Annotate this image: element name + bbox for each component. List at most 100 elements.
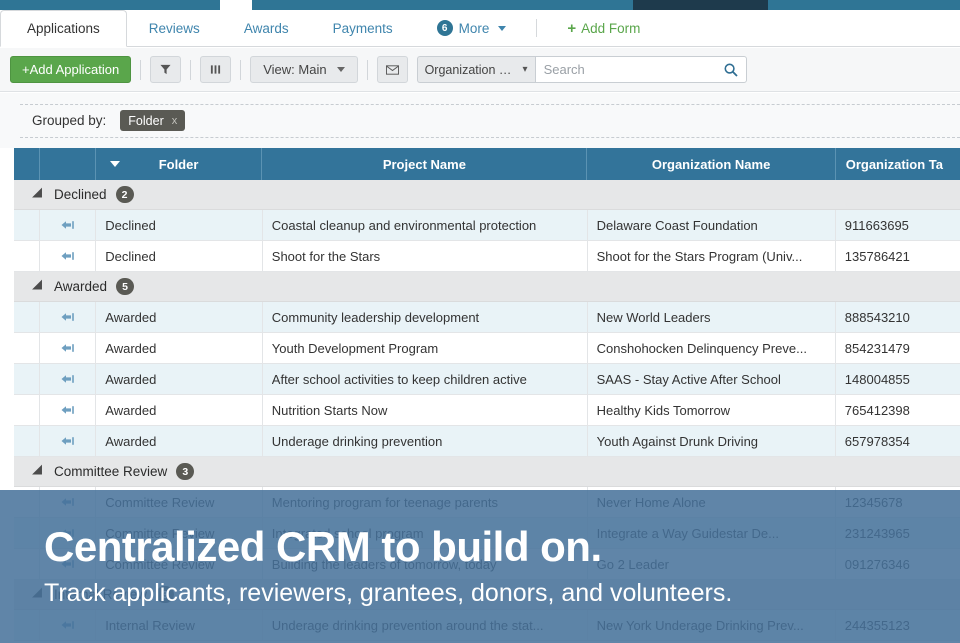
column-header-organization-tax[interactable]: Organization Ta <box>836 148 960 180</box>
filter-button[interactable] <box>150 56 182 83</box>
reply-arrow-icon[interactable] <box>61 220 75 232</box>
view-selector-label: View: Main <box>263 62 327 77</box>
add-application-button[interactable]: +Add Application <box>10 56 132 83</box>
row-action-cell[interactable] <box>40 241 97 272</box>
column-header-organization-name[interactable]: Organization Name <box>587 148 836 180</box>
cell-organization-name-text: Shoot for the Stars Program (Univ... <box>596 249 803 264</box>
row-action-cell[interactable] <box>40 333 97 364</box>
group-header-row[interactable]: Committee Review 3 <box>14 457 960 487</box>
overlay-title: Centralized CRM to build on. <box>44 523 602 571</box>
cell-folder-text: Declined <box>105 249 156 264</box>
row-action-cell[interactable] <box>40 302 97 333</box>
tab-applications-label: Applications <box>27 21 100 36</box>
row-action-cell[interactable] <box>40 395 97 426</box>
search-scope-label: Organization N... <box>424 62 518 77</box>
group-chip-folder[interactable]: Folder x <box>120 110 186 131</box>
group-header-row[interactable]: Declined 2 <box>14 180 960 210</box>
envelope-icon <box>385 64 399 75</box>
cell-project-name: Underage drinking prevention <box>263 426 588 457</box>
cell-organization-name: Healthy Kids Tomorrow <box>588 395 836 426</box>
column-header-folder-label: Folder <box>158 156 199 172</box>
cell-project-name-text: After school activities to keep children… <box>271 372 527 387</box>
tab-divider <box>536 19 538 37</box>
table-row[interactable]: Awarded After school activities to keep c… <box>14 364 960 395</box>
cell-organization-name-text: SAAS - Stay Active After School <box>596 372 781 387</box>
grouping-bar: Grouped by: Folder x <box>0 93 960 148</box>
grouping-dropzone[interactable]: Grouped by: Folder x <box>20 103 960 138</box>
marketing-overlay: Centralized CRM to build on. Track appli… <box>0 490 960 643</box>
table-row[interactable]: Awarded Underage drinking prevention Youth… <box>14 426 960 457</box>
reply-arrow-icon[interactable] <box>61 374 75 386</box>
row-action-cell[interactable] <box>40 426 97 457</box>
row-select-cell[interactable] <box>14 364 40 395</box>
cell-folder: Awarded <box>96 333 263 364</box>
cell-project-name-text: Nutrition Starts Now <box>271 403 388 418</box>
row-select-cell[interactable] <box>14 426 40 457</box>
cell-organization-tax-text: 135786421 <box>844 249 910 264</box>
email-button[interactable] <box>376 56 408 83</box>
toolbar-divider-2 <box>190 59 192 80</box>
collapse-triangle-icon[interactable] <box>32 187 47 202</box>
application-window: Applications Reviews Awards Payments 6 M… <box>0 0 960 643</box>
column-header-folder[interactable]: Folder <box>96 148 263 180</box>
grid-header-row: Folder Project Name Organization Name Or… <box>14 148 960 180</box>
toolbar-divider-3 <box>240 59 242 80</box>
cell-folder: Awarded <box>96 395 263 426</box>
cell-project-name: Community leadership development <box>263 302 588 333</box>
reply-arrow-icon[interactable] <box>61 251 75 263</box>
cell-project-name: Coastal cleanup and environmental protec… <box>263 210 588 241</box>
collapse-triangle-icon[interactable] <box>32 464 47 479</box>
cell-organization-tax-text: 888543210 <box>844 310 910 325</box>
tab-payments[interactable]: Payments <box>311 10 415 46</box>
close-icon[interactable]: x <box>172 115 178 127</box>
cell-organization-name: Delaware Coast Foundation <box>588 210 836 241</box>
search-input[interactable] <box>543 62 719 77</box>
cell-organization-name: New World Leaders <box>588 302 836 333</box>
grouped-by-label: Grouped by: <box>32 113 107 128</box>
row-select-cell[interactable] <box>14 302 40 333</box>
search-group: Organization N... ▾ <box>416 56 747 83</box>
collapse-triangle-icon[interactable] <box>32 279 47 294</box>
group-name: Declined <box>54 187 107 202</box>
cell-folder-text: Awarded <box>105 310 157 325</box>
search-icon[interactable] <box>724 62 738 77</box>
toolbar-divider-4 <box>366 59 368 80</box>
columns-button[interactable] <box>200 56 232 83</box>
tab-applications[interactable]: Applications <box>0 10 127 47</box>
row-select-cell[interactable] <box>14 210 40 241</box>
tab-more-menu[interactable]: 6 More <box>415 10 529 46</box>
cell-organization-name: Conshohocken Delinquency Preve... <box>588 333 836 364</box>
search-scope-select[interactable]: Organization N... ▾ <box>416 56 535 83</box>
cell-organization-tax-text: 657978354 <box>844 434 910 449</box>
tab-reviews[interactable]: Reviews <box>127 10 222 46</box>
add-form-button[interactable]: + Add Form <box>545 10 662 46</box>
column-header-action[interactable] <box>40 148 96 180</box>
reply-arrow-icon[interactable] <box>61 343 75 355</box>
row-select-cell[interactable] <box>14 241 40 272</box>
column-header-select[interactable] <box>14 148 40 180</box>
row-select-cell[interactable] <box>14 395 40 426</box>
table-row[interactable]: Awarded Nutrition Starts Now Healthy Kids … <box>14 395 960 426</box>
plus-icon: + <box>567 19 577 37</box>
group-chip-label: Folder <box>128 113 164 128</box>
chevron-down-icon: ▾ <box>522 64 528 75</box>
cell-folder-text: Awarded <box>105 372 157 387</box>
row-select-cell[interactable] <box>14 333 40 364</box>
tab-awards[interactable]: Awards <box>222 10 311 46</box>
table-row[interactable]: Declined Shoot for the Stars Shoot for the… <box>14 241 960 272</box>
table-row[interactable]: Awarded Community leadership development N… <box>14 302 960 333</box>
reply-arrow-icon[interactable] <box>61 312 75 324</box>
column-header-project-name[interactable]: Project Name <box>262 148 588 180</box>
table-row[interactable]: Declined Coastal cleanup and environmenta… <box>14 210 960 241</box>
top-strip-segment-right <box>768 0 960 10</box>
cell-organization-tax-text: 854231479 <box>844 341 910 356</box>
cell-folder: Awarded <box>96 302 263 333</box>
group-header-row[interactable]: Awarded 5 <box>14 272 960 302</box>
reply-arrow-icon[interactable] <box>61 436 75 448</box>
table-row[interactable]: Awarded Youth Development Program Conshoho… <box>14 333 960 364</box>
view-selector[interactable]: View: Main <box>250 56 358 83</box>
reply-arrow-icon[interactable] <box>61 405 75 417</box>
row-action-cell[interactable] <box>40 364 97 395</box>
row-action-cell[interactable] <box>40 210 97 241</box>
cell-project-name-text: Coastal cleanup and environmental protec… <box>271 218 537 233</box>
